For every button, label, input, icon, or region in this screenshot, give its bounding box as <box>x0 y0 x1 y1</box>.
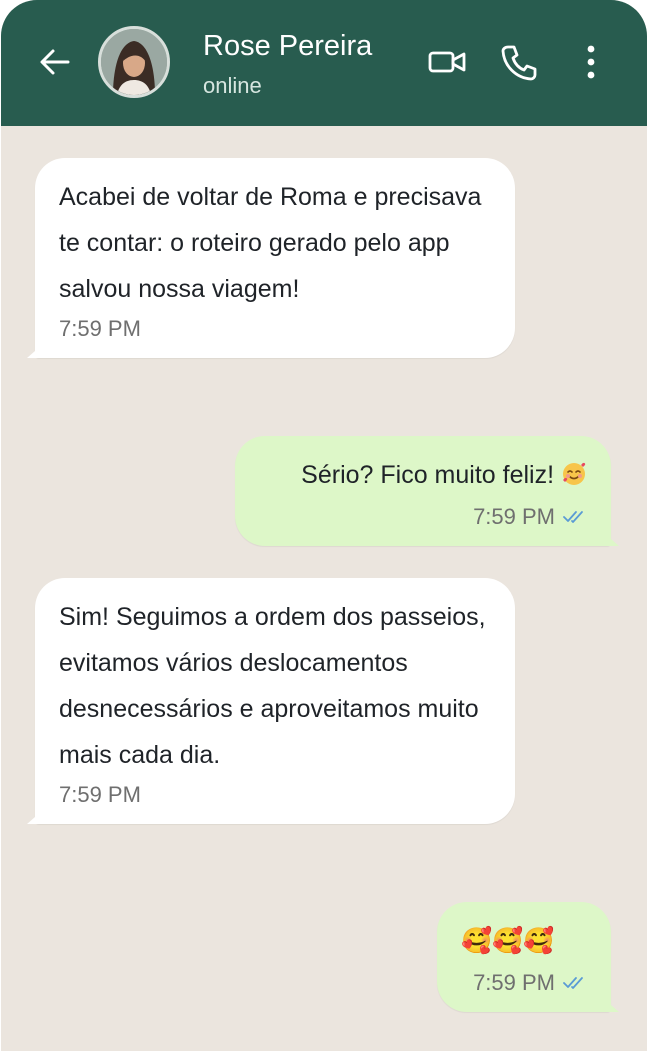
double-check-icon <box>563 511 583 523</box>
phone-icon[interactable] <box>499 42 539 82</box>
message-text: Acabei de voltar de Roma e precisava te … <box>59 183 482 303</box>
message-text: 🥰🥰🥰 <box>461 927 555 955</box>
message-meta: 7:59 PM <box>259 502 587 532</box>
message-time: 7:59 PM <box>473 504 555 529</box>
avatar[interactable] <box>98 26 170 98</box>
message-content: 🥰🥰🥰 <box>461 918 587 964</box>
incoming-message[interactable]: Sim! Seguimos a ordem dos passeios, evit… <box>35 578 515 824</box>
avatar-photo <box>101 29 167 95</box>
message-content: Sério? Fico muito feliz! <box>259 452 587 498</box>
outgoing-message[interactable]: 🥰🥰🥰 7:59 PM <box>437 902 611 1012</box>
video-camera-icon[interactable] <box>427 44 467 80</box>
incoming-message[interactable]: Acabei de voltar de Roma e precisava te … <box>35 158 515 358</box>
contact-status: online <box>203 73 262 98</box>
chat-screen: Rose Pereira online Acabei de voltar de … <box>1 0 647 1051</box>
double-check-icon <box>563 977 583 989</box>
message-time: 7:59 PM <box>473 970 555 995</box>
message-time: 7:59 PM <box>59 316 141 341</box>
chat-header: Rose Pereira online <box>1 0 647 126</box>
message-text: Sim! Seguimos a ordem dos passeios, evit… <box>59 603 486 769</box>
vertical-dots-icon[interactable] <box>575 42 607 82</box>
outgoing-message[interactable]: Sério? Fico muito feliz! 7:59 PM <box>235 436 611 546</box>
contact-name[interactable]: Rose Pereira <box>203 28 372 64</box>
message-text: Sério? Fico muito feliz! <box>301 461 555 489</box>
message-time: 7:59 PM <box>59 782 141 807</box>
message-meta: 7:59 PM <box>461 968 587 998</box>
arrow-left-icon[interactable] <box>37 44 73 80</box>
smiling-face-with-hearts-emoji <box>563 462 586 485</box>
